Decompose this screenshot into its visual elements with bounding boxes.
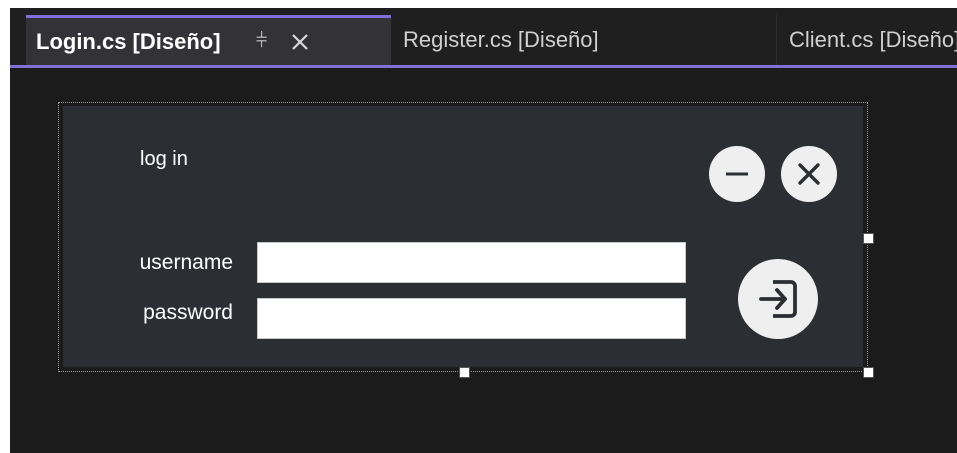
close-icon bbox=[798, 163, 820, 185]
password-label: password bbox=[143, 301, 233, 324]
tab-label: Register.cs [Diseño] bbox=[403, 27, 599, 52]
resize-handle-right[interactable] bbox=[863, 233, 874, 244]
tab-label: Client.cs [Diseño] bbox=[789, 27, 957, 52]
close-button[interactable] bbox=[781, 146, 837, 202]
resize-handle-bottom-right[interactable] bbox=[863, 367, 874, 378]
tab-client-design[interactable]: Client.cs [Diseño] bbox=[777, 15, 957, 65]
username-label: username bbox=[139, 251, 233, 274]
form-title: log in bbox=[140, 148, 188, 170]
design-surface[interactable]: log in username password bbox=[10, 68, 957, 453]
login-form[interactable]: log in username password bbox=[63, 106, 863, 367]
sign-in-icon bbox=[759, 280, 797, 318]
pin-icon[interactable]: ⫩ bbox=[251, 30, 273, 53]
minimize-button[interactable] bbox=[709, 146, 765, 202]
username-field[interactable] bbox=[257, 242, 686, 283]
login-button[interactable] bbox=[738, 259, 818, 339]
resize-handle-bottom[interactable] bbox=[459, 367, 470, 378]
password-field[interactable] bbox=[257, 298, 686, 339]
tab-label: Login.cs [Diseño] bbox=[36, 28, 221, 54]
tab-register-design[interactable]: Register.cs [Diseño] bbox=[391, 15, 777, 65]
document-tab-bar: Login.cs [Diseño] ⫩ Register.cs [Diseño]… bbox=[10, 8, 957, 68]
tab-login-design[interactable]: Login.cs [Diseño] ⫩ bbox=[26, 15, 391, 65]
designer-window: Login.cs [Diseño] ⫩ Register.cs [Diseño]… bbox=[10, 8, 957, 453]
minus-icon bbox=[726, 172, 748, 176]
close-icon[interactable] bbox=[287, 29, 313, 55]
